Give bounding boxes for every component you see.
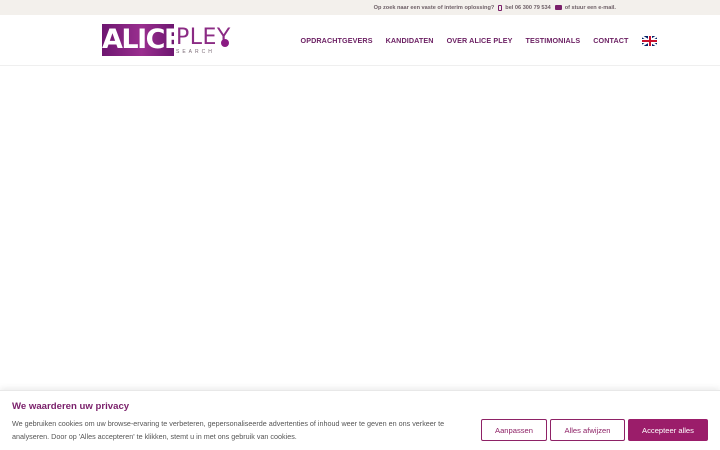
site-header: ALICE PLEY SEARCH OPDRACHTGEVERS KANDIDA… [0, 15, 720, 66]
mail-icon [554, 5, 562, 10]
nav-item-opdrachtgevers[interactable]: OPDRACHTGEVERS [301, 36, 373, 45]
logo-right: PLEY SEARCH [174, 24, 232, 56]
logo[interactable]: ALICE PLEY SEARCH [102, 24, 232, 58]
uk-flag-icon[interactable] [642, 35, 658, 46]
main-nav: OPDRACHTGEVERS KANDIDATEN OVER ALICE PLE… [294, 15, 658, 66]
logo-tagline: SEARCH [176, 49, 215, 55]
main-content [0, 66, 720, 390]
cookie-banner: We waarderen uw privacy We gebruiken coo… [0, 390, 720, 450]
logo-dot [221, 39, 229, 47]
nav-item-testimonials[interactable]: TESTIMONIALS [526, 36, 581, 45]
customize-button[interactable]: Aanpassen [481, 419, 547, 441]
phone-icon [498, 4, 503, 11]
logo-pley: PLEY [176, 25, 231, 50]
topbar-phone-link[interactable]: bel 06 300 79 534 [505, 5, 550, 11]
top-info-bar: Op zoek naar een vaste of interim oploss… [0, 0, 720, 15]
nav-item-contact[interactable]: CONTACT [593, 36, 628, 45]
topbar-question: Op zoek naar een vaste of interim oploss… [373, 4, 495, 11]
cookie-text: We gebruiken cookies om uw browse-ervari… [12, 419, 445, 441]
accept-all-button[interactable]: Accepteer alles [628, 419, 708, 441]
nav-item-kandidaten[interactable]: KANDIDATEN [386, 36, 434, 45]
cookie-title: We waarderen uw privacy [12, 401, 130, 412]
nav-item-over-alice-pley[interactable]: OVER ALICE PLEY [447, 36, 513, 45]
reject-all-button[interactable]: Alles afwijzen [550, 419, 625, 441]
logo-alice: ALICE [102, 24, 182, 56]
topbar-email-link[interactable]: of stuur een e-mail. [565, 5, 616, 11]
